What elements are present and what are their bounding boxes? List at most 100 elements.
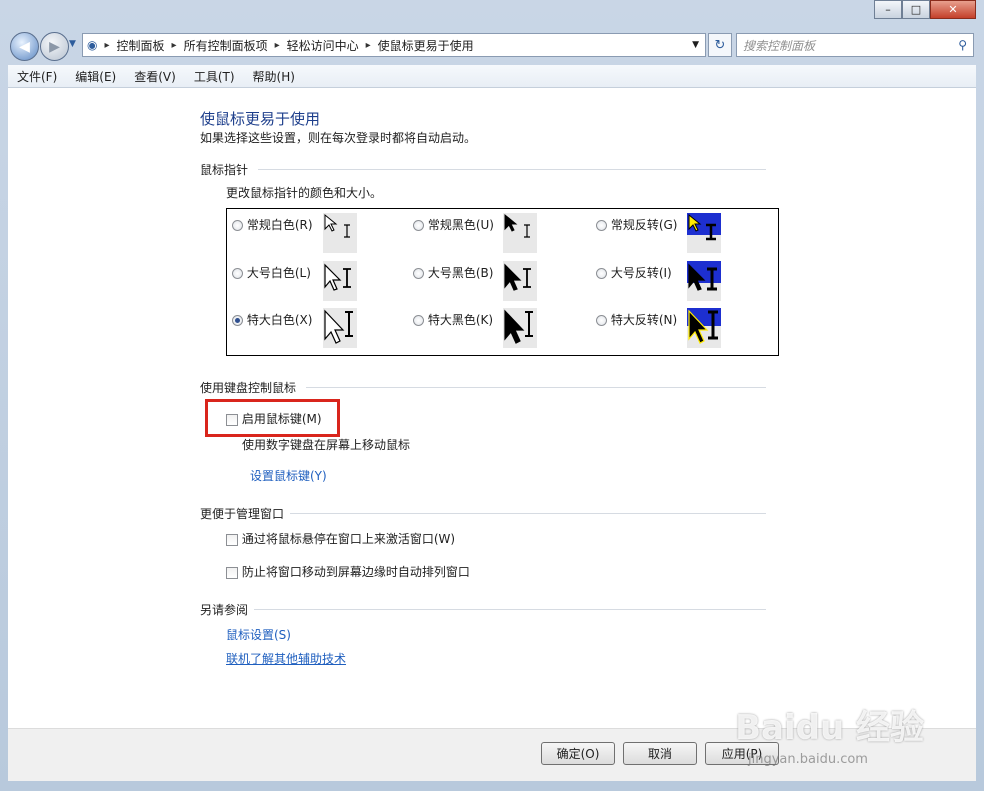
pointer-black-icon	[504, 309, 533, 344]
pointer-black-icon	[504, 213, 530, 238]
divider	[306, 387, 766, 388]
control-panel-icon: ◉	[87, 38, 98, 52]
pointer-option-regular-inverted[interactable]: 常规反转(G)	[596, 216, 678, 233]
refresh-icon[interactable]: ↻	[708, 33, 732, 57]
breadcrumb-item[interactable]: 使鼠标更易于使用	[374, 37, 478, 54]
pointer-option-regular-white[interactable]: 常规白色(R)	[232, 216, 313, 233]
checkbox[interactable]	[226, 566, 238, 579]
checkbox-label: 防止将窗口移动到屏幕边缘时自动排列窗口	[241, 565, 470, 579]
chevron-right-icon[interactable]: ▸	[363, 40, 374, 51]
menu-help[interactable]: 帮助(H)	[244, 68, 304, 85]
pointer-option-regular-black[interactable]: 常规黑色(U)	[413, 216, 494, 233]
option-label: 大号黑色(B)	[427, 266, 494, 280]
pointer-option-large-inverted[interactable]: 大号反转(I)	[596, 264, 672, 281]
checkbox-label: 通过将鼠标悬停在窗口上来激活窗口(W)	[241, 532, 456, 546]
mouse-keys-desc: 使用数字键盘在屏幕上移动鼠标	[242, 438, 411, 452]
pointer-preview-regular-black	[503, 213, 537, 253]
pointer-option-xlarge-black[interactable]: 特大黑色(K)	[413, 311, 493, 328]
prevent-auto-arrange-option[interactable]: 防止将窗口移动到屏幕边缘时自动排列窗口	[226, 563, 470, 580]
menu-bar: 文件(F) 编辑(E) 查看(V) 工具(T) 帮助(H)	[8, 65, 976, 88]
pointer-section-desc: 更改鼠标指针的颜色和大小。	[226, 186, 383, 200]
pointer-white-icon	[324, 263, 351, 291]
setup-mouse-keys-link[interactable]: 设置鼠标键(Y)	[250, 467, 327, 484]
page-title: 使鼠标更易于使用	[200, 110, 321, 128]
annotation-highlight-box	[205, 399, 340, 437]
option-label: 常规白色(R)	[246, 218, 313, 232]
radio-button[interactable]	[232, 220, 243, 231]
search-placeholder: 搜索控制面板	[743, 38, 816, 53]
keyboard-section-heading: 使用键盘控制鼠标	[200, 381, 297, 395]
radio-button[interactable]	[596, 315, 607, 326]
divider	[290, 513, 766, 514]
option-label: 特大白色(X)	[246, 313, 313, 327]
minimize-button[interactable]: –	[874, 0, 902, 19]
option-label: 特大反转(N)	[610, 313, 678, 327]
radio-button[interactable]	[596, 220, 607, 231]
breadcrumb-item[interactable]: 控制面板	[113, 37, 169, 54]
menu-edit[interactable]: 编辑(E)	[66, 68, 125, 85]
close-button[interactable]: ✕	[930, 0, 976, 19]
pointer-preview-xlarge-black	[503, 308, 537, 348]
caption-buttons: – □ ✕	[874, 0, 976, 19]
back-arrow-icon[interactable]: ◀	[10, 32, 39, 61]
radio-button[interactable]	[413, 220, 424, 231]
checkbox[interactable]	[226, 533, 238, 546]
pointer-options-box: 常规白色(R) 常规黑色(U) 常规反转(G) 大号白色(L) 大号黑色(B) …	[226, 208, 779, 356]
breadcrumb-item[interactable]: 所有控制面板项	[180, 37, 272, 54]
option-label: 特大黑色(K)	[427, 313, 494, 327]
radio-button[interactable]	[413, 315, 424, 326]
activate-window-hover-option[interactable]: 通过将鼠标悬停在窗口上来激活窗口(W)	[226, 530, 455, 547]
baidu-watermark-url: jingyan.baidu.com	[748, 752, 868, 767]
window-frame: – □ ✕ ◀ ▶ ▼ ◉ ▸ 控制面板 ▸ 所有控制面板项 ▸ 轻松访问中心 …	[0, 0, 984, 791]
address-dropdown-icon[interactable]: ▼	[692, 40, 705, 50]
breadcrumb-item[interactable]: 轻松访问中心	[283, 37, 363, 54]
pointer-option-xlarge-white[interactable]: 特大白色(X)	[232, 311, 312, 328]
online-assistive-tech-link[interactable]: 联机了解其他辅助技术	[226, 650, 346, 667]
pointer-option-xlarge-inverted[interactable]: 特大反转(N)	[596, 311, 677, 328]
divider	[254, 609, 766, 610]
pointer-inverted-icon	[688, 309, 718, 344]
radio-button[interactable]	[232, 268, 243, 279]
pointer-section-heading: 鼠标指针	[200, 163, 249, 177]
pointer-white-icon	[324, 309, 353, 344]
search-input[interactable]: 搜索控制面板 ⚲	[736, 33, 974, 57]
forward-arrow-icon[interactable]: ▶	[40, 32, 69, 61]
see-also-heading: 另请参阅	[200, 603, 249, 617]
page-subtitle: 如果选择这些设置，则在每次登录时都将自动启动。	[200, 131, 477, 145]
maximize-button[interactable]: □	[902, 0, 930, 19]
cancel-button[interactable]: 取消	[623, 742, 697, 765]
chevron-right-icon[interactable]: ▸	[101, 40, 112, 51]
pointer-inverted-icon	[688, 213, 716, 241]
radio-button-selected[interactable]	[232, 315, 243, 326]
search-icon[interactable]: ⚲	[958, 38, 967, 52]
option-label: 常规黑色(U)	[427, 218, 494, 232]
radio-button[interactable]	[413, 268, 424, 279]
mouse-settings-link[interactable]: 鼠标设置(S)	[226, 626, 291, 643]
menu-view[interactable]: 查看(V)	[125, 68, 185, 85]
pointer-black-icon	[504, 263, 531, 291]
pointer-inverted-icon	[688, 263, 717, 291]
pointer-preview-large-black	[503, 261, 537, 301]
chevron-right-icon[interactable]: ▸	[272, 40, 283, 51]
ok-button[interactable]: 确定(O)	[541, 742, 615, 765]
baidu-watermark: Baidu 经验	[735, 708, 924, 748]
menu-tools[interactable]: 工具(T)	[185, 68, 244, 85]
pointer-option-large-white[interactable]: 大号白色(L)	[232, 264, 311, 281]
radio-button[interactable]	[596, 268, 607, 279]
address-bar[interactable]: ◉ ▸ 控制面板 ▸ 所有控制面板项 ▸ 轻松访问中心 ▸ 使鼠标更易于使用 ▼	[82, 33, 706, 57]
recent-pages-dropdown-icon[interactable]: ▼	[69, 39, 76, 49]
pointer-option-large-black[interactable]: 大号黑色(B)	[413, 264, 493, 281]
divider	[258, 169, 766, 170]
pointer-white-icon	[324, 213, 350, 238]
pointer-preview-regular-white	[323, 213, 357, 253]
chevron-right-icon[interactable]: ▸	[169, 40, 180, 51]
pointer-preview-large-white	[323, 261, 357, 301]
option-label: 常规反转(G)	[610, 218, 678, 232]
window-section-heading: 更便于管理窗口	[200, 507, 285, 521]
content-area: 使鼠标更易于使用 如果选择这些设置，则在每次登录时都将自动启动。 鼠标指针 更改…	[8, 88, 976, 728]
option-label: 大号白色(L)	[246, 266, 311, 280]
menu-file[interactable]: 文件(F)	[8, 68, 66, 85]
pointer-preview-xlarge-inverted	[687, 308, 721, 348]
pointer-preview-xlarge-white	[323, 308, 357, 348]
pointer-preview-regular-inverted	[687, 213, 721, 253]
